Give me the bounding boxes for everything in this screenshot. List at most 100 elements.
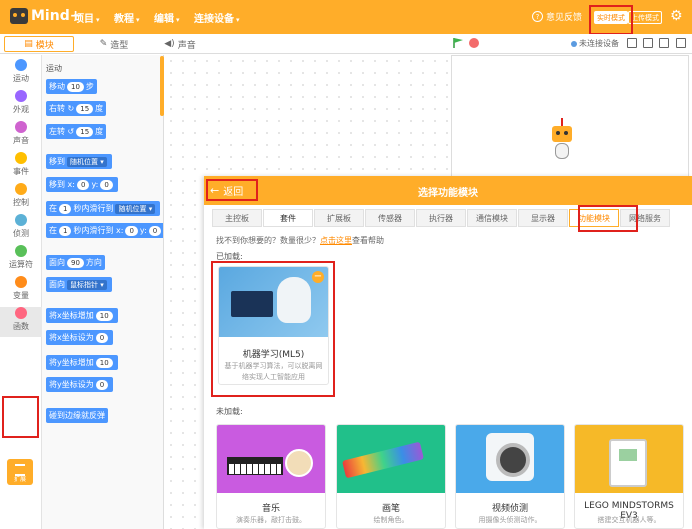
sound-dot-icon bbox=[15, 121, 27, 133]
block-bounce-edge[interactable]: 碰到边缘就反弹 bbox=[46, 408, 108, 423]
question-icon: ? bbox=[532, 11, 543, 22]
block-go-to[interactable]: 移到 随机位置 ▾ bbox=[46, 154, 112, 169]
pen-image bbox=[337, 425, 445, 493]
extension-card-ev3[interactable]: LEGO MINDSTORMS EV3 搭建交互机器人等。 bbox=[574, 424, 684, 529]
drum-icon bbox=[285, 449, 313, 477]
green-flag-icon[interactable] bbox=[452, 37, 464, 49]
tab-communication[interactable]: 通信模块 bbox=[467, 209, 517, 227]
block-point-towards[interactable]: 面向 鼠标指针 ▾ bbox=[46, 277, 112, 292]
dialog-tabs: 主控板 套件 扩展板 传感器 执行器 通信模块 显示器 功能模块 网络服务 bbox=[212, 209, 671, 227]
feedback-link[interactable]: ? 意见反馈 bbox=[532, 10, 582, 23]
variables-dot-icon bbox=[15, 276, 27, 288]
sprite-head bbox=[552, 126, 572, 142]
extension-card-pen[interactable]: 画笔 绘制角色。 bbox=[336, 424, 446, 529]
fullscreen-icon[interactable] bbox=[676, 38, 686, 48]
tab-network-services[interactable]: 网络服务 bbox=[620, 209, 670, 227]
looks-dot-icon bbox=[15, 90, 27, 102]
block-set-x[interactable]: 将x坐标设为 0 bbox=[46, 330, 114, 345]
tab-expansion-board[interactable]: 扩展板 bbox=[314, 209, 364, 227]
motion-dot-icon bbox=[15, 59, 27, 71]
menu-edit[interactable]: 编辑 ▾ bbox=[154, 10, 180, 25]
keyboard-icon bbox=[227, 457, 283, 475]
video-image bbox=[456, 425, 564, 493]
palette-scrollbar[interactable] bbox=[160, 56, 164, 116]
pen-stroke-icon bbox=[342, 441, 424, 479]
tab-actuators[interactable]: 执行器 bbox=[416, 209, 466, 227]
dialog-header: 选择功能模块 ← 返回 bbox=[204, 176, 692, 205]
block-palette: 运动 移动 10 步 右转 ↻ 15 度 左转 ↺ 15 度 移到 随机位置 ▾ 移到 x: 0… bbox=[42, 55, 164, 529]
category-looks[interactable]: 外观 bbox=[0, 90, 42, 115]
block-turn-left[interactable]: 左转 ↺ 15 度 bbox=[46, 124, 107, 139]
tab-costumes[interactable]: ✎ 造型 bbox=[84, 36, 144, 52]
category-control[interactable]: 控制 bbox=[0, 183, 42, 208]
category-functions[interactable]: 函数 bbox=[0, 307, 42, 337]
sprite-antenna bbox=[561, 118, 563, 126]
unloaded-section-label: 未加载: bbox=[216, 407, 243, 416]
events-dot-icon bbox=[15, 152, 27, 164]
ml5-image: − bbox=[219, 267, 328, 337]
tab-displays[interactable]: 显示器 bbox=[518, 209, 568, 227]
block-change-x[interactable]: 将x坐标增加 10 bbox=[46, 308, 118, 323]
speaker-icon: ◀) bbox=[164, 39, 175, 49]
category-sound[interactable]: 声音 bbox=[0, 121, 42, 146]
robot-logo-icon bbox=[10, 8, 28, 24]
extension-name: 画笔 bbox=[381, 504, 400, 514]
camera-icon bbox=[486, 433, 534, 481]
menu-project[interactable]: 项目 ▾ bbox=[74, 10, 100, 25]
category-operators[interactable]: 运算符 bbox=[0, 245, 42, 270]
ev3-image bbox=[575, 425, 683, 493]
block-glide-to[interactable]: 在 1 秒内滑行到 随机位置 ▾ bbox=[46, 201, 161, 216]
help-link[interactable]: 点击这里 bbox=[320, 236, 352, 245]
loaded-section-label: 已加载: bbox=[216, 252, 243, 261]
small-stage-icon[interactable] bbox=[627, 38, 637, 48]
category-motion[interactable]: 运动 bbox=[0, 59, 42, 84]
ev3-brick-icon bbox=[609, 439, 647, 487]
blocks-icon: ▤ bbox=[24, 39, 33, 49]
tab-kits[interactable]: 套件 bbox=[263, 209, 313, 227]
block-go-to-xy[interactable]: 移到 x: 0 y: 0 bbox=[46, 177, 118, 192]
category-events[interactable]: 事件 bbox=[0, 152, 42, 177]
arrow-left-icon: ← bbox=[210, 184, 220, 197]
menu-connect-device[interactable]: 连接设备 ▾ bbox=[194, 10, 240, 25]
extension-name: 机器学习(ML5) bbox=[242, 350, 305, 360]
block-change-y[interactable]: 将y坐标增加 10 bbox=[46, 355, 118, 370]
palette-section-title: 运动 bbox=[46, 64, 62, 73]
menu-tutorial[interactable]: 教程 ▾ bbox=[114, 10, 140, 25]
tab-sounds[interactable]: ◀) 声音 bbox=[150, 36, 210, 52]
extension-description: 演奏乐器，敲打击鼓。 bbox=[236, 516, 306, 524]
operators-dot-icon bbox=[15, 245, 27, 257]
extension-card-music[interactable]: 音乐 演奏乐器，敲打击鼓。 bbox=[216, 424, 326, 529]
tab-sensors[interactable]: 传感器 bbox=[365, 209, 415, 227]
stage-layout-icon[interactable] bbox=[659, 38, 669, 48]
category-variables[interactable]: 变量 bbox=[0, 276, 42, 301]
chart-screen-icon bbox=[231, 291, 273, 317]
block-move-steps[interactable]: 移动 10 步 bbox=[46, 79, 97, 94]
block-glide-to-xy[interactable]: 在 1 秒内滑行到 x: 0 y: 0 bbox=[46, 223, 163, 238]
extensions-button[interactable]: 扩展 bbox=[7, 459, 33, 485]
block-point-direction[interactable]: 面向 90 方向 bbox=[46, 255, 105, 270]
realtime-mode-button[interactable]: 实时模式 bbox=[594, 11, 628, 24]
tab-main-board[interactable]: 主控板 bbox=[212, 209, 262, 227]
stop-icon[interactable] bbox=[469, 38, 479, 48]
extension-description: 基于机器学习算法，可以脱离网络实现人工智能应用 bbox=[224, 362, 323, 381]
ai-head-icon bbox=[277, 277, 311, 323]
tab-blocks[interactable]: ▤ 模块 bbox=[4, 36, 74, 52]
block-turn-right[interactable]: 右转 ↻ 15 度 bbox=[46, 101, 107, 116]
back-button[interactable]: ← 返回 bbox=[210, 183, 243, 198]
extension-description: 用摄像头侦测动作。 bbox=[478, 516, 542, 524]
extension-description: 搭建交互机器人等。 bbox=[597, 516, 661, 524]
settings-gear-icon[interactable]: ⚙ bbox=[670, 8, 683, 24]
category-sensing[interactable]: 侦测 bbox=[0, 214, 42, 239]
extension-name: 视频侦测 bbox=[491, 504, 528, 514]
brush-icon: ✎ bbox=[99, 39, 108, 49]
dialog-title: 选择功能模块 bbox=[418, 188, 478, 199]
block-set-y[interactable]: 将y坐标设为 0 bbox=[46, 377, 114, 392]
extension-card-ml5[interactable]: − 机器学习(ML5) 基于机器学习算法，可以脱离网络实现人工智能应用 bbox=[218, 266, 329, 385]
control-dot-icon bbox=[15, 183, 27, 195]
large-stage-icon[interactable] bbox=[643, 38, 653, 48]
remove-icon[interactable]: − bbox=[312, 271, 324, 283]
tab-function-modules[interactable]: 功能模块 bbox=[569, 209, 619, 227]
upload-mode-button[interactable]: 上传模式 bbox=[628, 11, 662, 24]
robot-sprite[interactable] bbox=[548, 118, 576, 168]
extension-card-video-sensing[interactable]: 视频侦测 用摄像头侦测动作。 bbox=[455, 424, 565, 529]
